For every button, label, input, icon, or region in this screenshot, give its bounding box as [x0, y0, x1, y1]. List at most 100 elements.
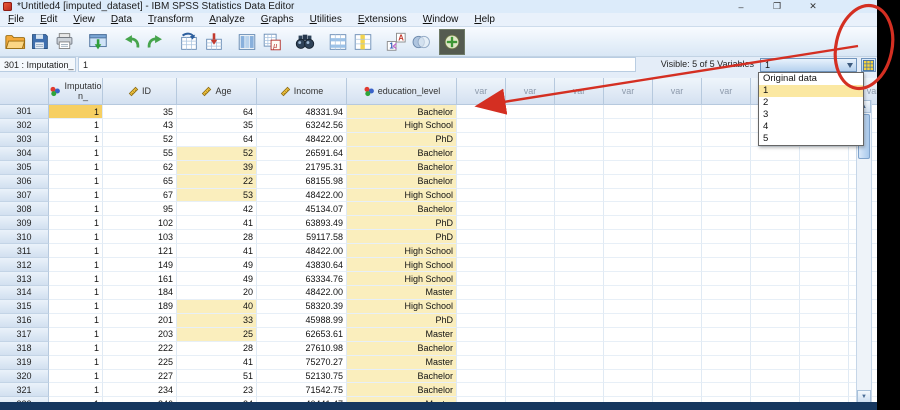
- cell-var-empty[interactable]: [506, 105, 555, 119]
- cell-var-empty[interactable]: [751, 272, 800, 286]
- cell-imputation[interactable]: 1: [49, 272, 103, 286]
- cell-id[interactable]: 203: [103, 328, 177, 342]
- cell-var-empty[interactable]: [800, 342, 849, 356]
- cell-var-empty[interactable]: [800, 314, 849, 328]
- cell-income[interactable]: 62653.61: [257, 328, 347, 342]
- column-header-var[interactable]: var: [604, 78, 653, 105]
- cell-income[interactable]: 63893.49: [257, 216, 347, 230]
- cell-var-empty[interactable]: [702, 161, 751, 175]
- column-header-income[interactable]: Income: [257, 78, 347, 105]
- cell-var-empty[interactable]: [555, 258, 604, 272]
- cell-var-empty[interactable]: [555, 244, 604, 258]
- row-header-301[interactable]: 301: [0, 105, 49, 119]
- cell-income[interactable]: 52130.75: [257, 370, 347, 384]
- cell-education[interactable]: Bachelor: [347, 370, 457, 384]
- cell-var-empty[interactable]: [457, 105, 506, 119]
- cell-var-empty[interactable]: [751, 286, 800, 300]
- cell-var-empty[interactable]: [800, 216, 849, 230]
- insert-variable-button[interactable]: [350, 29, 375, 54]
- cell-var-empty[interactable]: [555, 356, 604, 370]
- cell-age[interactable]: 40: [177, 300, 257, 314]
- cell-var-empty[interactable]: [800, 175, 849, 189]
- cell-var-empty[interactable]: [653, 189, 702, 203]
- cell-income[interactable]: 59117.58: [257, 230, 347, 244]
- go-to-imputed-data-button[interactable]: [861, 58, 876, 72]
- cell-var-empty[interactable]: [653, 230, 702, 244]
- cell-imputation[interactable]: 1: [49, 258, 103, 272]
- cell-var-empty[interactable]: [702, 300, 751, 314]
- cell-var-empty[interactable]: [653, 244, 702, 258]
- cell-var-empty[interactable]: [457, 328, 506, 342]
- row-header-310[interactable]: 310: [0, 230, 49, 244]
- row-header-304[interactable]: 304: [0, 147, 49, 161]
- cell-var-empty[interactable]: [555, 202, 604, 216]
- cell-var-empty[interactable]: [653, 314, 702, 328]
- cell-education[interactable]: High School: [347, 244, 457, 258]
- cell-income[interactable]: 48422.00: [257, 244, 347, 258]
- cell-age[interactable]: 49: [177, 272, 257, 286]
- cell-var-empty[interactable]: [751, 356, 800, 370]
- insert-cases-button[interactable]: [325, 29, 350, 54]
- cell-var-empty[interactable]: [653, 258, 702, 272]
- imputation-option-4[interactable]: 4: [759, 121, 863, 133]
- cell-var-empty[interactable]: [457, 370, 506, 384]
- cell-var-empty[interactable]: [702, 133, 751, 147]
- row-header-311[interactable]: 311: [0, 244, 49, 258]
- cell-id[interactable]: 189: [103, 300, 177, 314]
- cell-age[interactable]: 33: [177, 314, 257, 328]
- cell-income[interactable]: 45988.99: [257, 314, 347, 328]
- cell-var-empty[interactable]: [751, 328, 800, 342]
- cell-var-empty[interactable]: [506, 189, 555, 203]
- cell-var-empty[interactable]: [506, 258, 555, 272]
- cell-id[interactable]: 67: [103, 189, 177, 203]
- imputation-option-2[interactable]: 2: [759, 97, 863, 109]
- cell-id[interactable]: 222: [103, 342, 177, 356]
- menu-graphs[interactable]: Graphs: [253, 14, 302, 25]
- menu-extensions[interactable]: Extensions: [350, 14, 415, 25]
- cell-var-empty[interactable]: [457, 272, 506, 286]
- cell-var-empty[interactable]: [604, 370, 653, 384]
- cell-var-empty[interactable]: [506, 342, 555, 356]
- cell-var-empty[interactable]: [702, 272, 751, 286]
- cell-var-empty[interactable]: [457, 342, 506, 356]
- cell-income[interactable]: 48422.00: [257, 133, 347, 147]
- imputation-dropdown[interactable]: 1: [760, 58, 857, 72]
- cell-var-empty[interactable]: [702, 258, 751, 272]
- cell-id[interactable]: 52: [103, 133, 177, 147]
- cell-imputation[interactable]: 1: [49, 133, 103, 147]
- cell-age[interactable]: 20: [177, 286, 257, 300]
- cell-education[interactable]: PhD: [347, 216, 457, 230]
- cell-var-empty[interactable]: [555, 342, 604, 356]
- cell-income[interactable]: 68155.98: [257, 175, 347, 189]
- recall-dialogs-button[interactable]: [85, 29, 110, 54]
- cell-var-empty[interactable]: [800, 300, 849, 314]
- cell-var-empty[interactable]: [506, 328, 555, 342]
- cell-age[interactable]: 22: [177, 175, 257, 189]
- show-all-variables-button[interactable]: [439, 29, 465, 55]
- cell-var-empty[interactable]: [506, 314, 555, 328]
- cell-education[interactable]: Bachelor: [347, 175, 457, 189]
- cell-var-empty[interactable]: [457, 258, 506, 272]
- cell-imputation[interactable]: 1: [49, 175, 103, 189]
- save-button[interactable]: [27, 29, 52, 54]
- cell-var-empty[interactable]: [604, 342, 653, 356]
- cell-var-empty[interactable]: [457, 356, 506, 370]
- cell-income[interactable]: 45134.07: [257, 202, 347, 216]
- cell-var-empty[interactable]: [653, 147, 702, 161]
- cell-var-empty[interactable]: [702, 147, 751, 161]
- cell-var-empty[interactable]: [604, 216, 653, 230]
- row-header-321[interactable]: 321: [0, 383, 49, 397]
- row-header-306[interactable]: 306: [0, 175, 49, 189]
- cell-education[interactable]: Bachelor: [347, 202, 457, 216]
- cell-income[interactable]: 21795.31: [257, 161, 347, 175]
- cell-var-empty[interactable]: [653, 383, 702, 397]
- cell-var-empty[interactable]: [653, 105, 702, 119]
- cell-income[interactable]: 27610.98: [257, 342, 347, 356]
- cell-var-empty[interactable]: [653, 119, 702, 133]
- cell-imputation[interactable]: 1: [49, 244, 103, 258]
- cell-var-empty[interactable]: [604, 272, 653, 286]
- cell-id[interactable]: 62: [103, 161, 177, 175]
- cell-imputation[interactable]: 1: [49, 119, 103, 133]
- imputation-option-5[interactable]: 5: [759, 133, 863, 145]
- cell-education[interactable]: High School: [347, 272, 457, 286]
